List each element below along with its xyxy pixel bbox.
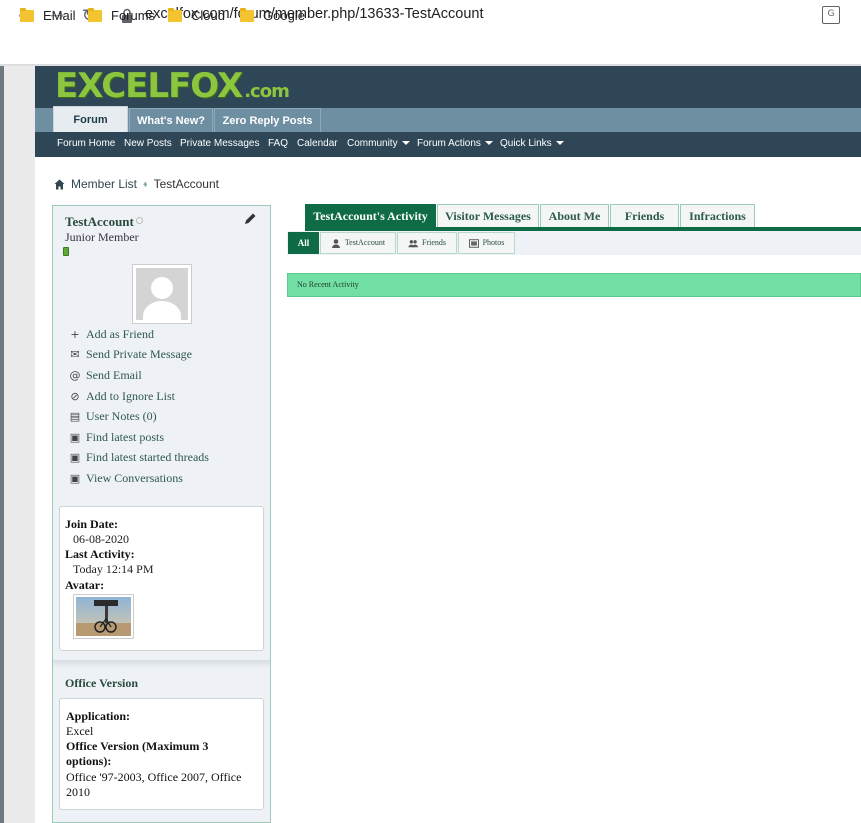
tab-infractions[interactable]: Infractions [680, 204, 755, 228]
bookmark-email[interactable]: EMail [20, 7, 76, 23]
caret-down-icon [555, 141, 564, 146]
caret-down-icon [401, 141, 410, 146]
tab-zero-reply[interactable]: Zero Reply Posts [214, 108, 321, 132]
ignore-list-link[interactable]: ⊘ Add to Ignore List [69, 389, 175, 404]
nav-faq[interactable]: FAQ [268, 138, 288, 149]
bookmark-forums[interactable]: Forums [88, 7, 155, 23]
avatar-photo[interactable] [73, 594, 134, 639]
bookmark-cloud[interactable]: Cloud [168, 7, 225, 23]
office-version-title: Office Version [65, 676, 138, 690]
photo-icon [468, 238, 479, 248]
bookmarks-bar [0, 32, 861, 65]
plus-icon: + [70, 327, 80, 341]
folder-icon [20, 7, 34, 22]
at-icon: @ [69, 368, 81, 382]
folder-icon [168, 7, 182, 22]
last-activity-value: Today 12:14 PM [73, 562, 154, 576]
filter-photos[interactable]: Photos [458, 232, 515, 254]
filter-all[interactable]: All [288, 232, 319, 254]
block-icon: ⊘ [70, 389, 80, 403]
find-posts-link[interactable]: ▣ Find latest posts [69, 430, 164, 445]
folder-icon [240, 7, 254, 22]
send-pm-link[interactable]: ✉ Send Private Message [69, 347, 192, 362]
tab-forum[interactable]: Forum [53, 106, 128, 133]
nav-quick-links[interactable]: Quick Links [500, 138, 564, 149]
application-value: Excel [66, 724, 94, 738]
folder-icon [88, 7, 102, 22]
send-email-link[interactable]: @ Send Email [69, 368, 142, 383]
avatar-label: Avatar: [65, 578, 105, 592]
join-date-label: Join Date: [65, 517, 118, 531]
reputation-icon [63, 247, 69, 256]
tab-visitor-messages[interactable]: Visitor Messages [437, 204, 539, 228]
find-threads-link[interactable]: ▣ Find latest started threads [69, 450, 209, 465]
breadcrumb-separator: ♦ [143, 179, 148, 189]
filter-testaccount[interactable]: TestAccount [320, 232, 396, 254]
application-label: Application: [66, 709, 131, 723]
sidebar-divider [53, 660, 270, 668]
bookmark-google[interactable]: Google [240, 7, 305, 23]
notes-icon: ▤ [69, 409, 81, 423]
breadcrumb: Member List ♦ TestAccount [54, 177, 219, 191]
friends-icon [408, 239, 418, 247]
nav-private-messages[interactable]: Private Messages [180, 138, 259, 149]
site-logo[interactable]: EXCELFOX .com [55, 66, 290, 106]
conversations-icon: ▣ [69, 471, 81, 485]
home-icon[interactable] [54, 179, 65, 190]
join-date-value: 06-08-2020 [73, 532, 129, 546]
threads-icon: ▣ [69, 450, 81, 464]
envelope-icon: ✉ [70, 347, 80, 361]
translate-icon[interactable]: G [822, 6, 840, 24]
nav-new-posts[interactable]: New Posts [124, 138, 172, 149]
view-conversations-link[interactable]: ▣ View Conversations [69, 471, 183, 486]
nav-calendar[interactable]: Calendar [297, 138, 338, 149]
office-version-label: Office Version (Maximum 3 options): [66, 739, 209, 768]
posts-icon: ▣ [69, 430, 81, 444]
profile-avatar [132, 264, 192, 324]
no-activity-notice: No Recent Activity [287, 273, 861, 297]
tab-activity[interactable]: TestAccount's Activity [305, 204, 436, 228]
nav-community[interactable]: Community [347, 138, 410, 149]
default-avatar-icon [136, 268, 188, 320]
caret-down-icon [484, 141, 493, 146]
nav-forum-actions[interactable]: Forum Actions [417, 138, 493, 149]
user-icon [331, 238, 340, 248]
filter-friends[interactable]: Friends [397, 232, 457, 254]
last-activity-label: Last Activity: [65, 547, 135, 561]
add-friend-link[interactable]: + Add as Friend [69, 327, 154, 342]
breadcrumb-member-list[interactable]: Member List [71, 177, 137, 191]
offline-status-icon [136, 217, 143, 224]
user-notes-link[interactable]: ▤ User Notes (0) [69, 409, 157, 424]
breadcrumb-current: TestAccount [153, 177, 219, 191]
tab-whats-new[interactable]: What's New? [129, 108, 213, 132]
edit-pencil-icon[interactable] [243, 212, 257, 226]
profile-user-title: Junior Member [65, 230, 139, 244]
office-version-value: Office '97-2003, Office 2007, Office 201… [66, 770, 242, 799]
tab-friends[interactable]: Friends [610, 204, 679, 228]
tab-about-me[interactable]: About Me [540, 204, 609, 228]
profile-username: TestAccount [65, 214, 134, 229]
nav-forum-home[interactable]: Forum Home [57, 138, 115, 149]
